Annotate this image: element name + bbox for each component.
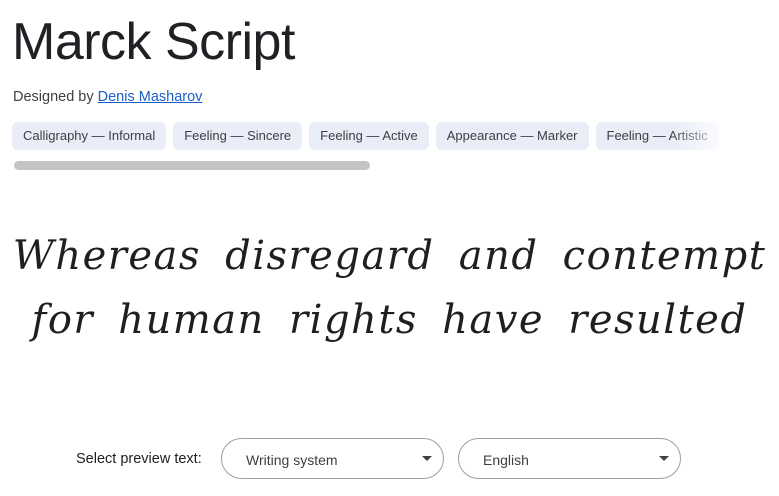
font-detail-page: Marck Script Designed by Denis Masharov …	[0, 0, 779, 496]
select-preview-text-label: Select preview text:	[76, 451, 202, 467]
font-title: Marck Script	[12, 13, 295, 71]
tags-scrollbar-thumb[interactable]	[14, 161, 370, 170]
tags-scrollbar[interactable]	[14, 161, 740, 170]
tag-calligraphy-informal[interactable]: Calligraphy — Informal	[12, 122, 167, 150]
writing-system-select[interactable]: Writing system	[221, 438, 444, 479]
writing-system-value: Writing system	[246, 452, 338, 468]
language-value: English	[483, 452, 529, 468]
tag-feeling-active[interactable]: Feeling — Active	[309, 122, 429, 150]
tags-row: Calligraphy — Informal Feeling — Sincere…	[12, 122, 740, 150]
tag-feeling-sincere[interactable]: Feeling — Sincere	[173, 122, 303, 150]
dropdown-caret-icon	[659, 456, 669, 461]
designed-by-label: Designed by	[13, 89, 94, 105]
preview-line-2: for human rights have resulted	[31, 297, 748, 343]
tag-feeling-artistic[interactable]: Feeling — Artistic	[595, 122, 719, 150]
font-preview-text: Whereas disregard and contempt for human…	[0, 224, 779, 352]
dropdown-caret-icon	[422, 456, 432, 461]
language-select[interactable]: English	[458, 438, 681, 479]
preview-line-1: Whereas disregard and contempt	[12, 233, 767, 279]
designer-line: Designed by Denis Masharov	[13, 87, 202, 107]
tags-carousel: Calligraphy — Informal Feeling — Sincere…	[12, 122, 740, 152]
tag-appearance-marker[interactable]: Appearance — Marker	[435, 122, 589, 150]
designer-link[interactable]: Denis Masharov	[98, 89, 203, 105]
